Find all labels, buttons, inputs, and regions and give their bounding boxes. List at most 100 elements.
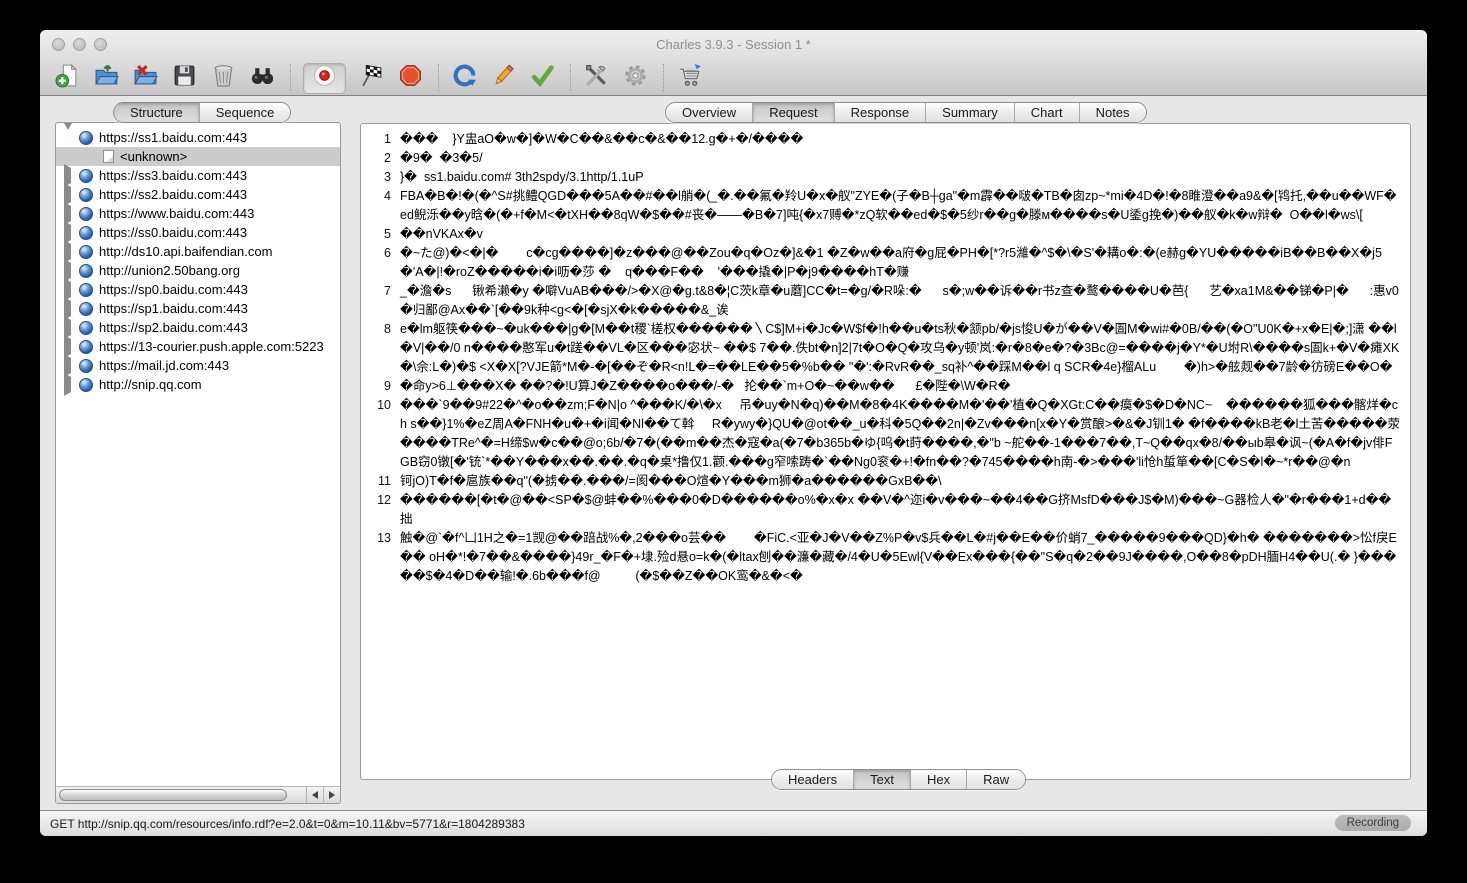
- refresh-button[interactable]: [451, 65, 478, 92]
- text-line: 5 ��nVKAx�v: [367, 225, 1400, 244]
- disclosure-collapsed-icon[interactable]: [64, 244, 74, 259]
- tree-item-label: https://13-courier.push.apple.com:5223: [99, 339, 324, 354]
- tree-item-label: http://union2.50bang.org: [99, 263, 240, 278]
- checkered-flag-icon: [359, 63, 384, 93]
- globe-icon: [79, 302, 93, 316]
- tree-host-row[interactable]: https://ss0.baidu.com:443: [56, 223, 340, 242]
- disclosure-collapsed-icon[interactable]: [64, 301, 74, 316]
- disclosure-collapsed-icon[interactable]: [64, 225, 74, 240]
- toolbar-separator: [438, 64, 439, 92]
- pencil-edit-icon: [491, 63, 516, 93]
- tools-button[interactable]: [583, 65, 610, 92]
- tab-structure[interactable]: Structure: [114, 103, 200, 122]
- disclosure-collapsed-icon[interactable]: [64, 206, 74, 221]
- disclosure-collapsed-icon[interactable]: [64, 377, 74, 392]
- line-text: 触�@`�f^凵1H之�=1觊@��踣战%�,2���o芸�� �FiC.<亚�…: [400, 529, 1400, 586]
- validate-button[interactable]: [529, 65, 556, 92]
- tree-host-row[interactable]: https://sp0.baidu.com:443: [56, 280, 340, 299]
- tab-chart[interactable]: Chart: [1015, 103, 1080, 122]
- tree-host-row[interactable]: https://mail.jd.com:443: [56, 356, 340, 375]
- disclosure-collapsed-icon[interactable]: [64, 339, 74, 354]
- tab-headers[interactable]: Headers: [772, 770, 854, 789]
- disclosure-collapsed-icon[interactable]: [64, 187, 74, 202]
- line-text: FBA�B�!�(�^S#挑鳢QGD���5A��#��l艄�(_�.��氟�羚…: [400, 187, 1400, 225]
- tree-leaf-row[interactable]: <unknown>: [56, 147, 340, 166]
- recording-badge: Recording: [1335, 815, 1411, 831]
- find-button[interactable]: [249, 65, 276, 92]
- open-folder-icon: [94, 63, 119, 93]
- shop-button[interactable]: [676, 65, 703, 92]
- tree-host-row[interactable]: https://ss1.baidu.com:443: [56, 128, 340, 147]
- line-number: 10: [367, 396, 391, 472]
- clear-session-button[interactable]: [210, 65, 237, 92]
- tree-item-label: https://ss3.baidu.com:443: [99, 168, 247, 183]
- tab-hex[interactable]: Hex: [911, 770, 967, 789]
- save-session-button[interactable]: [171, 65, 198, 92]
- request-body-panel: 1��� }Y盅aO�w�]�W�C��&��c�&��12.g�+�/����…: [360, 123, 1411, 780]
- globe-icon: [79, 188, 93, 202]
- line-text: }� ss1.baidu.com# 3th2spdy/3.1http/1.1uP: [400, 168, 1400, 187]
- line-text: 钶jO)T�f�扈族��q"(�掳��.���/=阂���O煊�Y���m狮�a…: [400, 472, 1400, 491]
- close-session-button[interactable]: [132, 65, 159, 92]
- edit-button[interactable]: [490, 65, 517, 92]
- disclosure-collapsed-icon[interactable]: [64, 263, 74, 278]
- viewer-tab-bar: OverviewRequestResponseSummaryChartNotes: [665, 102, 1147, 123]
- text-line: 11钶jO)T�f�扈族��q"(�掳��.���/=阂���O煊�Y���m狮…: [367, 472, 1400, 491]
- scrollbar-thumb[interactable]: [59, 789, 287, 801]
- line-text: ��nVKAx�v: [400, 225, 1400, 244]
- horizontal-scrollbar[interactable]: [56, 786, 340, 803]
- globe-icon: [79, 359, 93, 373]
- tab-sequence[interactable]: Sequence: [200, 103, 291, 122]
- line-number: 6: [367, 244, 391, 282]
- disclosure-collapsed-icon[interactable]: [64, 168, 74, 183]
- line-number: 5: [367, 225, 391, 244]
- tree-item-label: https://ss0.baidu.com:443: [99, 225, 247, 240]
- titlebar[interactable]: Charles 3.9.3 - Session 1 *: [40, 30, 1427, 60]
- statusbar: GET http://snip.qq.com/resources/info.rd…: [40, 810, 1427, 836]
- tree-host-row[interactable]: https://ss3.baidu.com:443: [56, 166, 340, 185]
- tree-item-label: https://sp0.baidu.com:443: [99, 282, 248, 297]
- tree-host-row[interactable]: https://13-courier.push.apple.com:5223: [56, 337, 340, 356]
- tab-overview[interactable]: Overview: [666, 103, 753, 122]
- line-text: ������[�t�@��<SP�$@蚌��%���0�D������o%�x�…: [400, 491, 1400, 529]
- text-line: 1��� }Y盅aO�w�]�W�C��&��c�&��12.g�+�/����: [367, 130, 1400, 149]
- globe-icon: [79, 340, 93, 354]
- tab-response[interactable]: Response: [835, 103, 927, 122]
- text-line: 3}� ss1.baidu.com# 3th2spdy/3.1http/1.1u…: [367, 168, 1400, 187]
- tree-host-row[interactable]: http://snip.qq.com: [56, 375, 340, 394]
- new-session-button[interactable]: [54, 65, 81, 92]
- tree-host-row[interactable]: http://ds10.api.baifendian.com: [56, 242, 340, 261]
- tab-summary[interactable]: Summary: [926, 103, 1015, 122]
- finish-button[interactable]: [358, 65, 385, 92]
- tab-notes[interactable]: Notes: [1080, 103, 1146, 122]
- open-session-button[interactable]: [93, 65, 120, 92]
- tab-raw[interactable]: Raw: [967, 770, 1025, 789]
- disclosure-collapsed-icon[interactable]: [64, 282, 74, 297]
- stop-button[interactable]: [397, 65, 424, 92]
- tab-text[interactable]: Text: [854, 770, 911, 789]
- refresh-icon: [452, 63, 477, 93]
- line-number: 12: [367, 491, 391, 529]
- tab-request[interactable]: Request: [753, 103, 834, 122]
- tree-host-row[interactable]: https://sp1.baidu.com:443: [56, 299, 340, 318]
- scroll-right-button[interactable]: [323, 787, 340, 803]
- globe-icon: [79, 378, 93, 392]
- text-line: 4FBA�B�!�(�^S#挑鳢QGD���5A��#��l艄�(_�.��氟�…: [367, 187, 1400, 225]
- line-number: 7: [367, 282, 391, 320]
- disclosure-expanded-icon[interactable]: [64, 130, 74, 145]
- disclosure-collapsed-icon[interactable]: [64, 358, 74, 373]
- window-title: Charles 3.9.3 - Session 1 *: [40, 37, 1427, 52]
- settings-button[interactable]: [622, 65, 649, 92]
- scroll-left-button[interactable]: [306, 787, 323, 803]
- record-button[interactable]: [311, 65, 338, 92]
- tree-host-row[interactable]: https://ss2.baidu.com:443: [56, 185, 340, 204]
- globe-icon: [79, 245, 93, 259]
- check-validate-icon: [530, 63, 555, 93]
- tree-host-row[interactable]: https://sp2.baidu.com:443: [56, 318, 340, 337]
- tree-host-row[interactable]: https://www.baidu.com:443: [56, 204, 340, 223]
- tree-host-row[interactable]: http://union2.50bang.org: [56, 261, 340, 280]
- disclosure-collapsed-icon[interactable]: [64, 320, 74, 335]
- line-number: 4: [367, 187, 391, 225]
- line-number: 8: [367, 320, 391, 377]
- body-format-tab-bar: HeadersTextHexRaw: [771, 769, 1026, 790]
